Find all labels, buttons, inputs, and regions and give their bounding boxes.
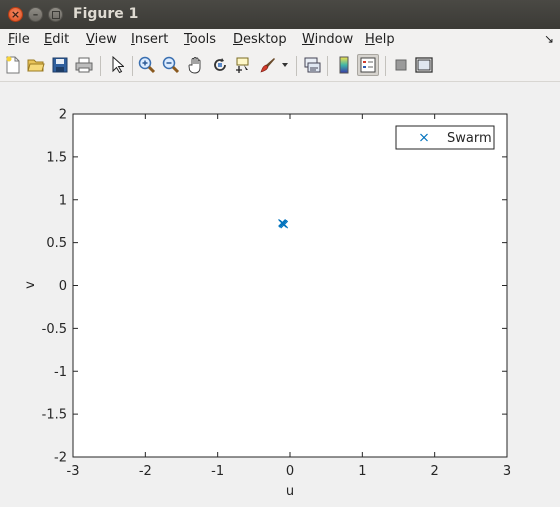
close-icon: × <box>10 8 21 21</box>
save-icon[interactable] <box>50 55 70 75</box>
x-tick-label: 3 <box>503 464 511 479</box>
print-icon[interactable] <box>74 55 94 75</box>
y-tick-label: -1.5 <box>42 408 67 423</box>
menu-bar: File Edit View Insert Tools Desktop Wind… <box>0 29 560 51</box>
title-bar: × – Figure 1 <box>0 0 560 29</box>
zoom-in-icon[interactable] <box>137 55 157 75</box>
menu-edit-rest: dit <box>52 32 70 47</box>
menu-desktop-mnemonic: D <box>233 32 244 47</box>
legend-icon[interactable] <box>357 54 379 76</box>
y-tick-label: 0 <box>59 279 67 294</box>
maximize-window-button[interactable] <box>48 7 63 22</box>
show-plot-tools-icon[interactable] <box>414 55 434 75</box>
minimize-icon: – <box>32 8 39 21</box>
menu-file[interactable]: File <box>8 32 30 47</box>
menu-edit[interactable]: Edit <box>44 32 69 47</box>
x-tick-label: -1 <box>211 464 224 479</box>
x-tick-label: -3 <box>67 464 80 479</box>
menu-window[interactable]: Window <box>302 32 353 47</box>
figure-canvas: -3 -2 -1 0 1 2 3 -2 -1.5 -1 -0.5 0 0.5 1 1.5 2 u v Swa… <box>0 82 560 503</box>
legend[interactable]: Swarm <box>395 125 495 150</box>
x-tick-label: 1 <box>358 464 366 479</box>
menu-insert[interactable]: Insert <box>131 32 168 47</box>
x-axis-label: u <box>286 484 294 499</box>
select-arrow-icon[interactable] <box>107 55 127 75</box>
toolbar-separator <box>296 56 297 76</box>
menu-help-mnemonic: H <box>365 32 375 47</box>
menu-desktop[interactable]: Desktop <box>233 32 287 47</box>
y-tick-label: -1 <box>54 365 67 380</box>
menu-insert-rest: nsert <box>134 32 169 47</box>
y-tick-label: -0.5 <box>42 322 67 337</box>
data-cursor-icon[interactable] <box>234 55 254 75</box>
y-tick-label: 1 <box>59 193 67 208</box>
colorbar-icon[interactable] <box>334 55 354 75</box>
menu-view[interactable]: View <box>86 32 117 47</box>
toolbar-separator <box>132 56 133 76</box>
pan-hand-icon[interactable] <box>186 55 206 75</box>
x-tick-label: 2 <box>431 464 439 479</box>
toolbar-separator <box>327 56 328 76</box>
maximize-icon <box>51 10 60 19</box>
y-tick-label: 1.5 <box>46 150 67 165</box>
close-window-button[interactable]: × <box>8 7 23 22</box>
x-tick-label: -2 <box>139 464 152 479</box>
new-figure-icon[interactable] <box>3 55 23 75</box>
y-tick-label: 2 <box>59 108 67 123</box>
brush-icon[interactable] <box>258 55 278 75</box>
menu-edit-mnemonic: E <box>44 32 53 47</box>
menu-window-rest: indow <box>314 32 354 47</box>
y-tick-label: -2 <box>54 451 67 466</box>
menu-tools-rest: ools <box>189 32 217 47</box>
minimize-window-button[interactable]: – <box>28 7 43 22</box>
menu-view-mnemonic: V <box>86 32 95 47</box>
menu-desktop-rest: esktop <box>243 32 287 47</box>
open-file-icon[interactable] <box>26 55 46 75</box>
link-plot-icon[interactable] <box>302 55 322 75</box>
axes-box[interactable] <box>72 113 508 458</box>
menu-help-rest: elp <box>374 32 395 47</box>
window-title: Figure 1 <box>73 6 139 22</box>
toolbar-separator <box>385 56 386 76</box>
legend-entry-label: Swarm <box>447 131 492 146</box>
dock-arrow-icon[interactable]: ↘ <box>544 32 554 46</box>
hide-plot-tools-icon[interactable] <box>391 55 411 75</box>
menu-window-mnemonic: W <box>302 32 315 47</box>
menu-help[interactable]: Help <box>365 32 395 47</box>
menu-tools[interactable]: Tools <box>184 32 216 47</box>
y-axis-label: v <box>23 281 38 289</box>
figure-toolbar <box>0 51 560 82</box>
x-tick-label: 0 <box>286 464 294 479</box>
toolbar-separator <box>100 56 101 76</box>
plot-svg[interactable]: -3 -2 -1 0 1 2 3 -2-1.5-1-0.500.511.52 u v Swa… <box>0 82 560 503</box>
rotate-3d-icon[interactable] <box>210 55 230 75</box>
brush-dropdown-icon[interactable] <box>280 55 290 75</box>
menu-file-rest: ile <box>14 32 30 47</box>
y-tick-label: 0.5 <box>46 236 67 251</box>
menu-view-rest: iew <box>94 32 117 47</box>
zoom-out-icon[interactable] <box>161 55 181 75</box>
